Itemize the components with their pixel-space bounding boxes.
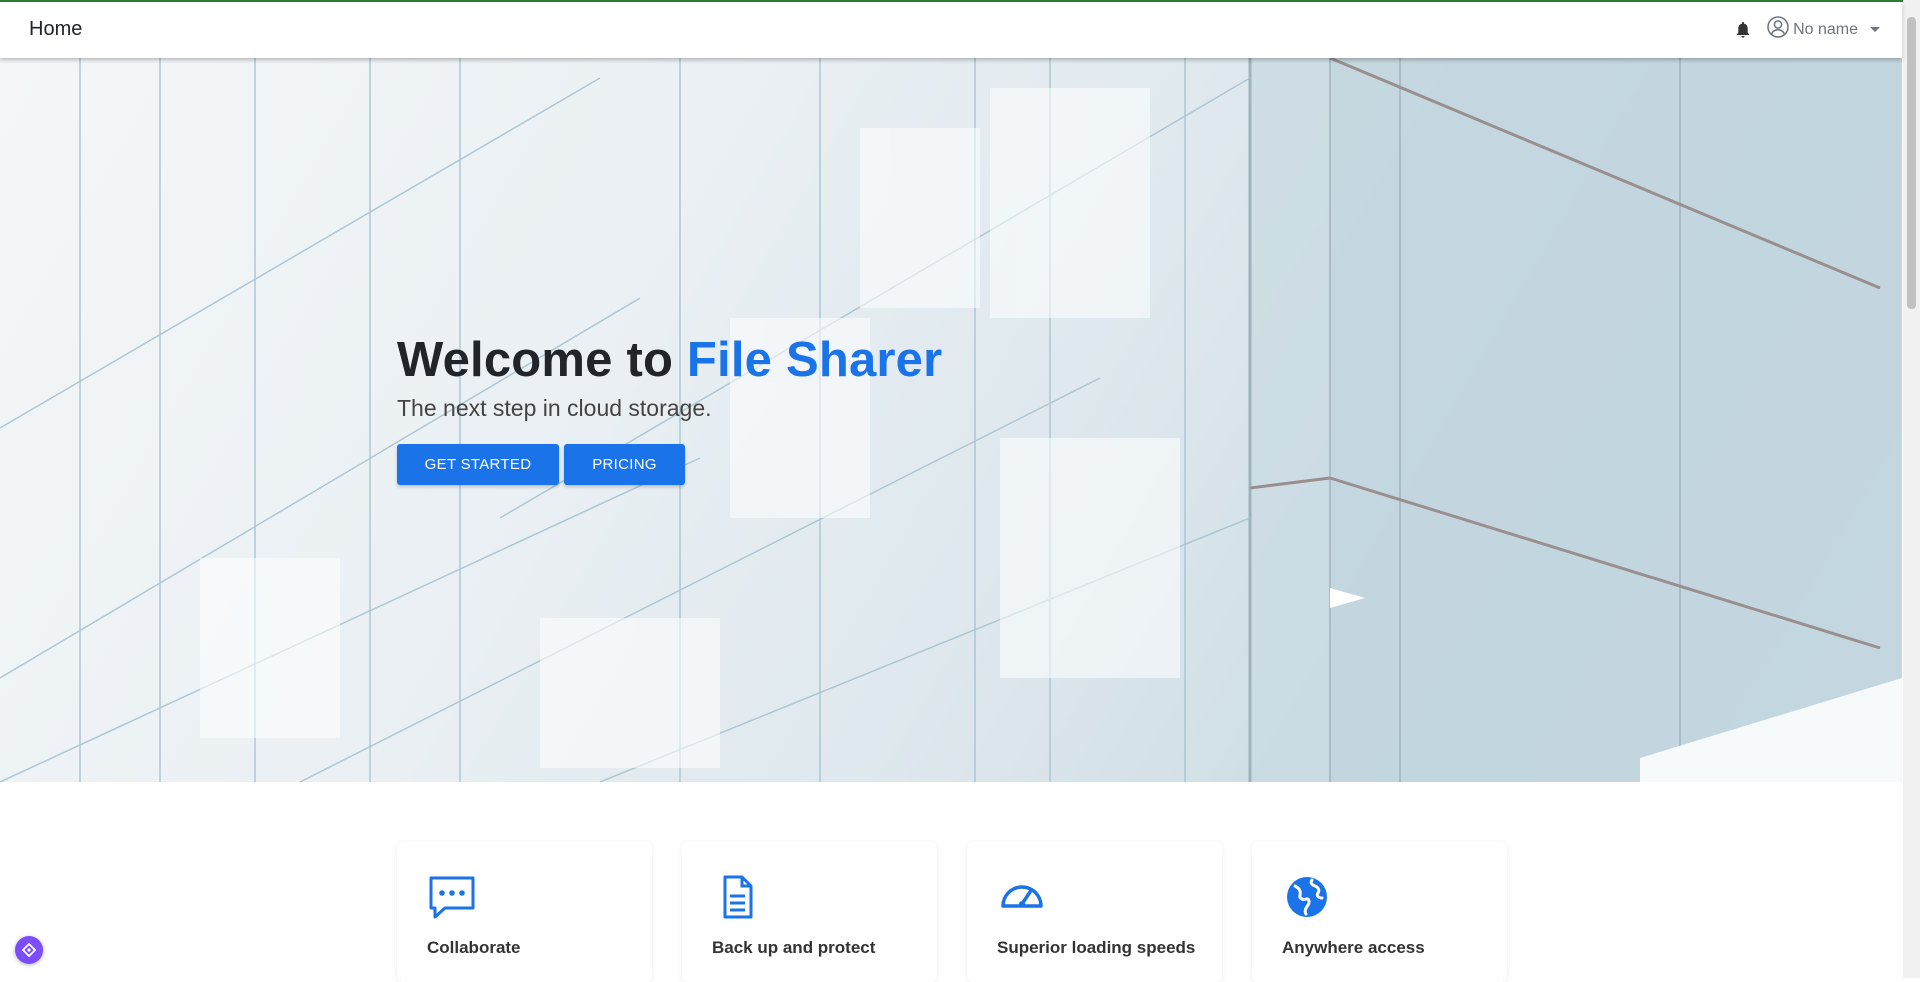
feature-card-access: Anywhere access <box>1252 842 1507 982</box>
user-name: No name <box>1793 20 1858 38</box>
chat-icon <box>427 872 477 922</box>
feature-title: Back up and protect <box>712 938 876 957</box>
page-scrollbar[interactable] <box>1903 0 1920 978</box>
feature-card-speed: Superior loading speeds <box>967 842 1222 982</box>
feature-card-collaborate: Collaborate <box>397 842 652 982</box>
pricing-button[interactable]: PRICING <box>564 444 685 485</box>
home-link[interactable]: Home <box>29 18 82 41</box>
globe-icon <box>1282 872 1332 922</box>
document-icon <box>712 872 762 922</box>
feature-title: Anywhere access <box>1282 938 1425 957</box>
feature-card-backup: Back up and protect <box>682 842 937 982</box>
speedometer-icon <box>997 872 1047 922</box>
feature-title: Collaborate <box>427 938 521 957</box>
hero-content: Welcome to File Sharer The next step in … <box>397 336 942 485</box>
feature-title: Superior loading speeds <box>997 938 1196 957</box>
hero-title-accent: File Sharer <box>686 333 943 387</box>
user-icon <box>1767 16 1789 43</box>
hero-section: Welcome to File Sharer The next step in … <box>0 58 1902 782</box>
hero-buttons: GET STARTED PRICING <box>397 444 942 485</box>
navbar-right: No name <box>1735 16 1880 43</box>
scrollbar-thumb[interactable] <box>1907 17 1916 309</box>
top-navbar: Home No name <box>0 2 1902 58</box>
get-started-button[interactable]: GET STARTED <box>397 444 559 485</box>
hero-title: Welcome to File Sharer <box>397 336 942 385</box>
bell-icon[interactable] <box>1735 21 1753 39</box>
floating-action-icon[interactable] <box>15 936 43 964</box>
user-menu[interactable]: No name <box>1767 16 1880 43</box>
hero-background-image <box>0 58 1902 782</box>
chevron-down-icon <box>1870 27 1880 32</box>
hero-subtitle: The next step in cloud storage. <box>397 395 712 421</box>
features-row: Collaborate Back up and protect Superior… <box>397 842 1507 982</box>
hero-title-prefix: Welcome to <box>397 333 687 387</box>
